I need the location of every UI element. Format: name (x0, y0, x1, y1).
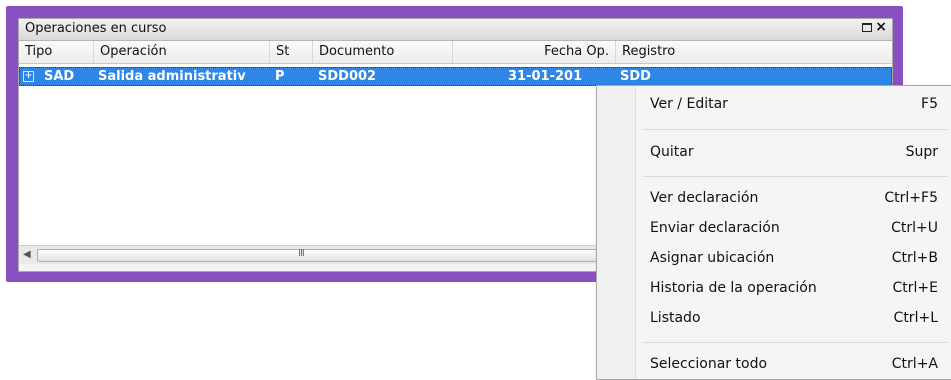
menu-item-label: Seleccionar todo (650, 356, 768, 372)
scroll-thumb[interactable]: III (37, 248, 599, 262)
menu-item-historia[interactable]: Historia de la operación Ctrl+E (636, 274, 951, 304)
menu-gutter (597, 86, 636, 379)
menu-item-label: Historia de la operación (650, 280, 817, 296)
menu-item-label: Ver / Editar (650, 96, 728, 112)
restore-icon[interactable] (862, 23, 872, 32)
menu-item-asignar-ubicacion[interactable]: Asignar ubicación Ctrl+B (636, 244, 951, 274)
menu-item-seleccionar-todo[interactable]: Seleccionar todo Ctrl+A (636, 350, 951, 380)
menu-item-shortcut: Ctrl+B (891, 250, 938, 266)
cell-tipo: SAD (44, 69, 75, 84)
menu-item-shortcut: Supr (905, 144, 938, 160)
panel-titlebar: Operaciones en curso × (19, 19, 892, 41)
column-tipo[interactable]: Tipo (19, 41, 94, 63)
cell-st: P (275, 69, 285, 84)
menu-item-shortcut: F5 (921, 96, 938, 112)
menu-item-ver-declaracion[interactable]: Ver declaración Ctrl+F5 (636, 184, 951, 214)
menu-item-ver-editar[interactable]: Ver / Editar F5 (636, 90, 951, 120)
column-documento[interactable]: Documento (313, 41, 453, 63)
menu-item-quitar[interactable]: Quitar Supr (636, 138, 951, 168)
cell-operacion: Salida administratiᴠ (98, 69, 246, 84)
menu-item-shortcut: Ctrl+A (891, 356, 938, 372)
close-icon[interactable]: × (875, 19, 887, 35)
scroll-grip: III (298, 248, 305, 259)
table-row[interactable]: + SAD Salida administratiᴠ P SDD002 31-0… (19, 67, 892, 86)
column-registro[interactable]: Registro (616, 41, 892, 63)
panel-title: Operaciones en curso (25, 21, 167, 36)
column-header: Tipo Operación St Documento Fecha Op. Re… (19, 41, 892, 64)
menu-item-label: Asignar ubicación (650, 250, 775, 266)
column-fecha[interactable]: Fecha Op. (453, 41, 616, 63)
menu-separator (643, 129, 948, 130)
column-operacion[interactable]: Operación (94, 41, 270, 63)
context-menu: Ver / Editar F5 Quitar Supr Ver declarac… (596, 85, 951, 380)
menu-item-label: Quitar (650, 144, 694, 160)
column-st[interactable]: St (270, 41, 313, 63)
menu-separator (643, 176, 948, 177)
menu-item-listado[interactable]: Listado Ctrl+L (636, 304, 951, 334)
menu-item-shortcut: Ctrl+U (891, 220, 938, 236)
expand-icon[interactable]: + (23, 71, 34, 82)
menu-item-shortcut: Ctrl+E (892, 280, 939, 296)
menu-item-label: Listado (650, 310, 701, 326)
cell-registro: SDD (620, 69, 651, 84)
menu-item-shortcut: Ctrl+F5 (884, 190, 938, 206)
scroll-left-icon[interactable]: ◀ (23, 249, 31, 260)
menu-item-enviar-declaracion[interactable]: Enviar declaración Ctrl+U (636, 214, 951, 244)
menu-item-shortcut: Ctrl+L (893, 310, 938, 326)
menu-separator (643, 342, 948, 343)
cell-documento: SDD002 (318, 69, 377, 84)
cell-fecha: 31-01-201 (508, 69, 583, 84)
menu-item-label: Enviar declaración (650, 220, 780, 236)
menu-item-label: Ver declaración (650, 190, 759, 206)
